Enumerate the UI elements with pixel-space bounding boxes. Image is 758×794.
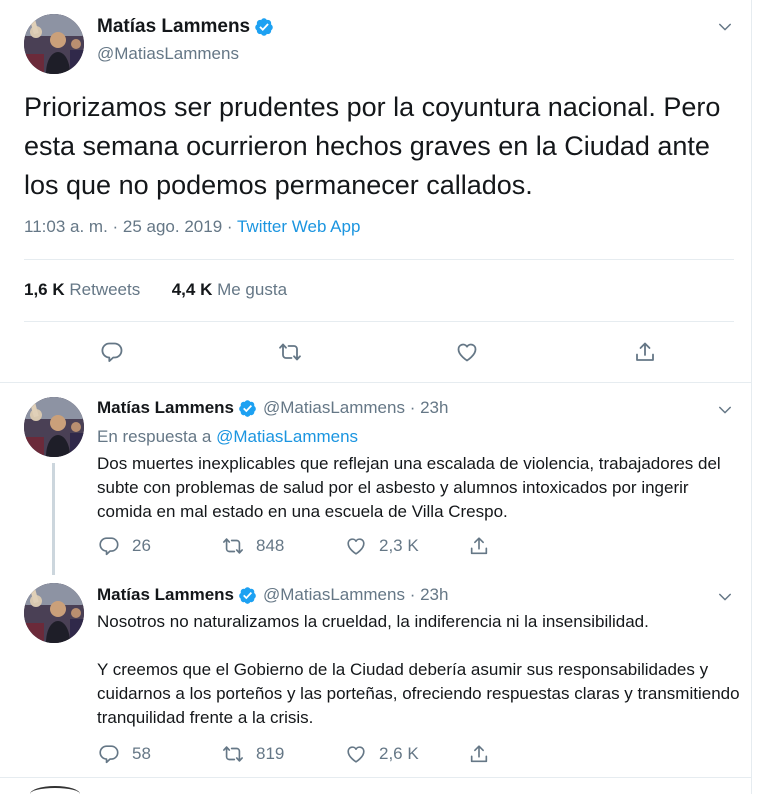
share-icon [468,535,490,557]
retweet-button[interactable]: 848 [222,535,284,557]
reply-icon [98,535,120,557]
retweet-icon [222,535,244,557]
tweet-time[interactable]: 11:03 a. m. · 25 ago. 2019 · [24,217,237,236]
reply-display-name[interactable]: Matías Lammens [97,398,234,418]
reply-handle-time[interactable]: @MatiasLammens · 23h [263,398,448,418]
author-handle[interactable]: @MatiasLammens [97,44,239,64]
reply-paragraph: Nosotros no naturalizamos la crueldad, l… [97,612,649,631]
reply-text: Dos muertes inexplicables que reflejan u… [97,452,747,524]
like-icon [345,535,367,557]
divider [24,259,734,260]
reply-paragraph: Y creemos que el Gobierno de la Ciudad d… [97,660,740,727]
reply-display-name[interactable]: Matías Lammens [97,585,234,605]
reply-handle-time[interactable]: @MatiasLammens · 23h [263,585,448,605]
thread-connector [52,463,55,575]
author-display-name[interactable]: Matías Lammens [97,16,250,38]
reply-button[interactable]: 58 [98,743,151,765]
reply-icon [98,743,120,765]
chevron-down-icon[interactable] [716,18,734,36]
reply-avatar[interactable] [24,397,84,457]
section-separator [0,382,752,383]
reply-text: Nosotros no naturalizamos la crueldad, l… [97,610,747,730]
retweet-button[interactable]: 819 [222,743,284,765]
reply-icon[interactable] [100,340,124,364]
main-tweet-text: Priorizamos ser prudentes por la coyuntu… [24,92,721,200]
reply-paragraph: Dos muertes inexplicables que reflejan u… [97,454,721,521]
reply-avatar[interactable] [24,583,84,643]
share-icon[interactable] [633,340,657,364]
chevron-down-icon[interactable] [716,401,734,419]
tweet-source-link[interactable]: Twitter Web App [237,217,360,236]
likes-stat[interactable]: 4,4 K Me gusta [172,280,287,299]
verified-badge-icon [238,399,257,418]
retweet-icon[interactable] [278,340,302,364]
section-separator [0,777,752,778]
retweet-icon [222,743,244,765]
like-button[interactable]: 2,6 K [345,743,419,765]
verified-badge-icon [238,586,257,605]
share-icon [468,743,490,765]
in-reply-to: En respuesta a @MatiasLammens [97,427,359,446]
author-avatar[interactable] [24,14,84,74]
chevron-down-icon[interactable] [716,588,734,606]
tweet-detail-panel: Matías Lammens @MatiasLammens Priorizamo… [0,0,752,794]
reply-header: Matías Lammens @MatiasLammens · 23h [97,585,448,605]
retweets-stat[interactable]: 1,6 K Retweets [24,280,140,299]
verified-badge-icon [254,17,274,37]
reply-mention-link[interactable]: @MatiasLammens [216,427,358,446]
reply-header: Matías Lammens @MatiasLammens · 23h [97,398,448,418]
like-button[interactable]: 2,3 K [345,535,419,557]
divider [24,321,734,322]
tweet-timestamp: 11:03 a. m. · 25 ago. 2019 · Twitter Web… [24,217,360,237]
reply-button[interactable]: 26 [98,535,151,557]
tweet-stats: 1,6 K Retweets 4,4 K Me gusta [24,280,287,300]
like-icon [345,743,367,765]
share-button[interactable] [468,743,502,765]
share-button[interactable] [468,535,502,557]
next-tweet-avatar-peek [30,786,80,794]
like-icon[interactable] [455,340,479,364]
